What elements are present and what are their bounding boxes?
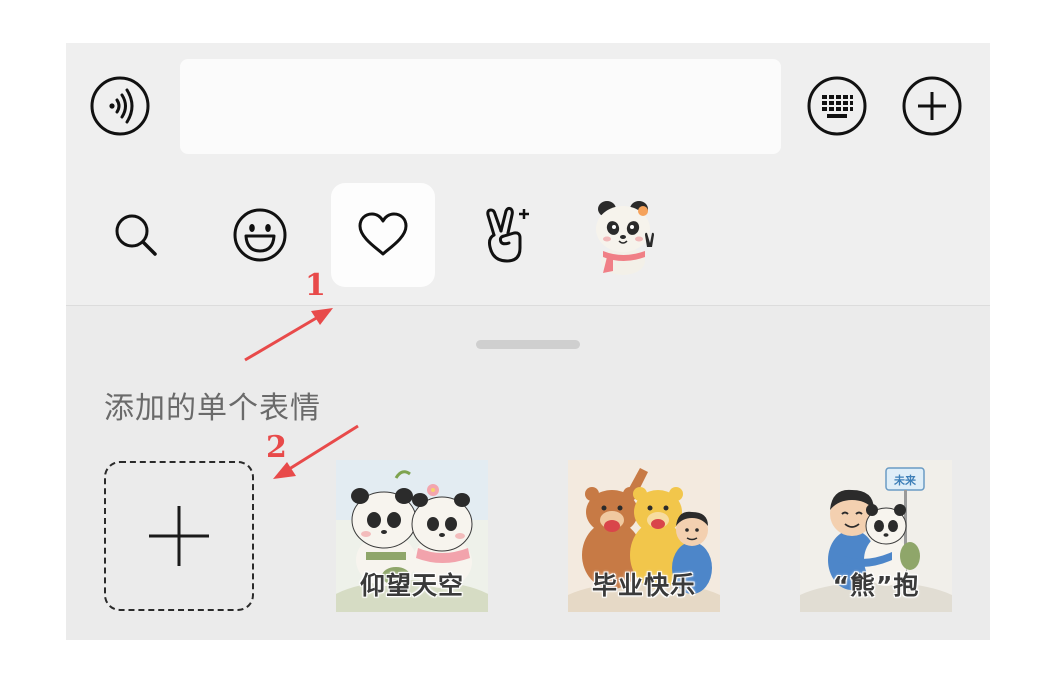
section-divider [66,305,990,306]
annotation-number-2: 2 [266,430,287,465]
more-button[interactable] [902,76,962,136]
keyboard-button[interactable] [807,76,867,136]
input-toolbar-area [66,43,990,305]
voice-button[interactable] [90,76,150,136]
tab-emoji[interactable] [208,183,312,287]
message-input[interactable] [180,59,781,154]
sticker-caption: “熊”抱 [832,571,920,600]
sticker-item[interactable]: 仰望天空 [336,460,488,612]
add-sticker-button[interactable] [104,461,254,611]
panda-sticker-icon [596,201,654,275]
victory-hand-icon [486,206,529,263]
sticker-item[interactable]: 毕业快乐 [568,460,720,612]
sticker-caption: 仰望天空 [359,571,464,600]
drag-handle[interactable] [476,340,580,349]
heart-icon [358,212,408,256]
tab-favorites[interactable] [331,183,435,287]
search-icon [115,214,157,256]
plus-icon [902,76,962,136]
smiley-icon [233,208,287,262]
annotation-number-1: 1 [305,268,326,303]
tab-gestures[interactable] [454,183,558,287]
section-title: 添加的单个表情 [104,391,321,426]
tab-panda-stickers[interactable] [577,183,681,287]
keyboard-icon [807,76,867,136]
tab-search[interactable] [84,183,188,287]
sticker-item[interactable]: 未来 “熊”抱 [800,460,952,612]
voice-icon [90,76,150,136]
plus-icon [149,506,209,566]
emoji-panel: 添加的单个表情 仰望天空 毕业快乐 未来 “熊”抱 [66,43,990,640]
sticker-caption: 毕业快乐 [591,571,696,600]
sign-text: 未来 [893,473,917,487]
